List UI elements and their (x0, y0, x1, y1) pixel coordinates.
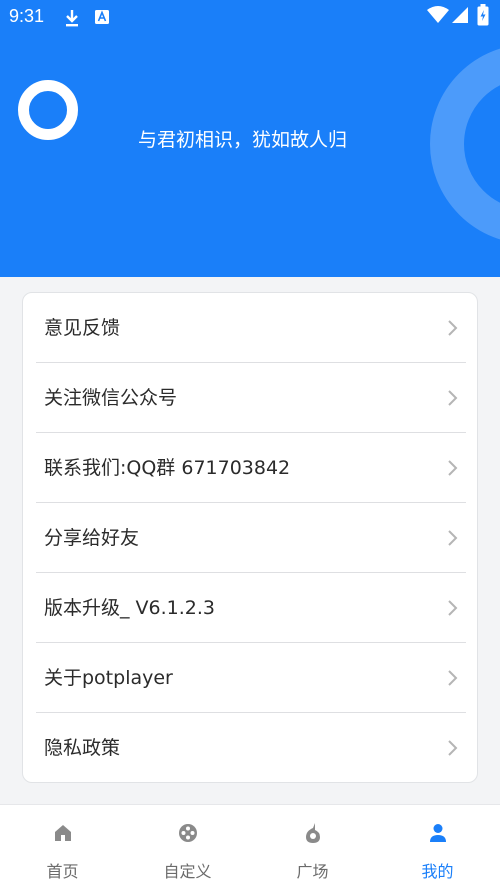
menu-item-feedback[interactable]: 意见反馈 (36, 293, 466, 363)
tab-label: 自定义 (163, 862, 212, 881)
profile-header: 9:31 与君初相识，犹如故人归 (0, 0, 500, 277)
menu-item-label: 联系我们:QQ群 671703842 (44, 457, 291, 479)
chevron-right-icon (448, 530, 458, 546)
status-bar: 9:31 (0, 0, 500, 36)
menu-item-label: 关于potplayer (44, 667, 173, 689)
tab-label: 我的 (421, 862, 454, 881)
chevron-right-icon (448, 600, 458, 616)
menu-item-label: 分享给好友 (44, 527, 140, 549)
settings-menu-card: 意见反馈 关注微信公众号 联系我们:QQ群 671703842 分享给好友 版本… (22, 292, 478, 783)
menu-item-privacy-policy[interactable]: 隐私政策 (36, 713, 466, 783)
tab-plaza[interactable]: 广场 (250, 805, 375, 888)
tab-label: 首页 (46, 862, 79, 881)
battery-charging-icon (477, 4, 489, 26)
menu-item-label: 关注微信公众号 (44, 387, 178, 409)
menu-item-version-upgrade[interactable]: 版本升级_ V6.1.2.3 (36, 573, 466, 643)
menu-item-follow-wechat[interactable]: 关注微信公众号 (36, 363, 466, 433)
plaza-icon (305, 823, 320, 843)
chevron-right-icon (448, 390, 458, 406)
menu-item-share[interactable]: 分享给好友 (36, 503, 466, 573)
chevron-right-icon (448, 740, 458, 756)
person-icon (429, 824, 446, 842)
avatar[interactable] (18, 80, 78, 140)
app-screen: 9:31 与君初相识，犹如故人归 意见反馈 关注微信公众号 联系我们:QQ群 6… (0, 0, 500, 888)
signal-icon (452, 7, 468, 23)
menu-item-label: 意见反馈 (44, 317, 121, 339)
film-reel-icon (178, 824, 197, 842)
a-badge-icon (95, 10, 109, 24)
decorative-ring (430, 44, 500, 244)
tab-home[interactable]: 首页 (0, 805, 125, 888)
download-icon (66, 10, 78, 27)
chevron-right-icon (448, 320, 458, 336)
status-time: 9:31 (9, 6, 45, 26)
tab-mine[interactable]: 我的 (375, 805, 500, 888)
tab-label: 广场 (296, 862, 329, 881)
menu-item-label: 版本升级_ V6.1.2.3 (44, 597, 216, 619)
chevron-right-icon (448, 670, 458, 686)
chevron-right-icon (448, 460, 458, 476)
menu-item-about[interactable]: 关于potplayer (36, 643, 466, 713)
profile-motto: 与君初相识，犹如故人归 (138, 129, 348, 151)
tab-custom[interactable]: 自定义 (125, 805, 250, 888)
menu-item-contact-us[interactable]: 联系我们:QQ群 671703842 (36, 433, 466, 503)
bottom-tab-bar: 首页 自定义 广场 我的 (0, 804, 500, 888)
wifi-icon (427, 6, 449, 23)
menu-item-label: 隐私政策 (44, 737, 121, 759)
home-icon (54, 825, 71, 841)
